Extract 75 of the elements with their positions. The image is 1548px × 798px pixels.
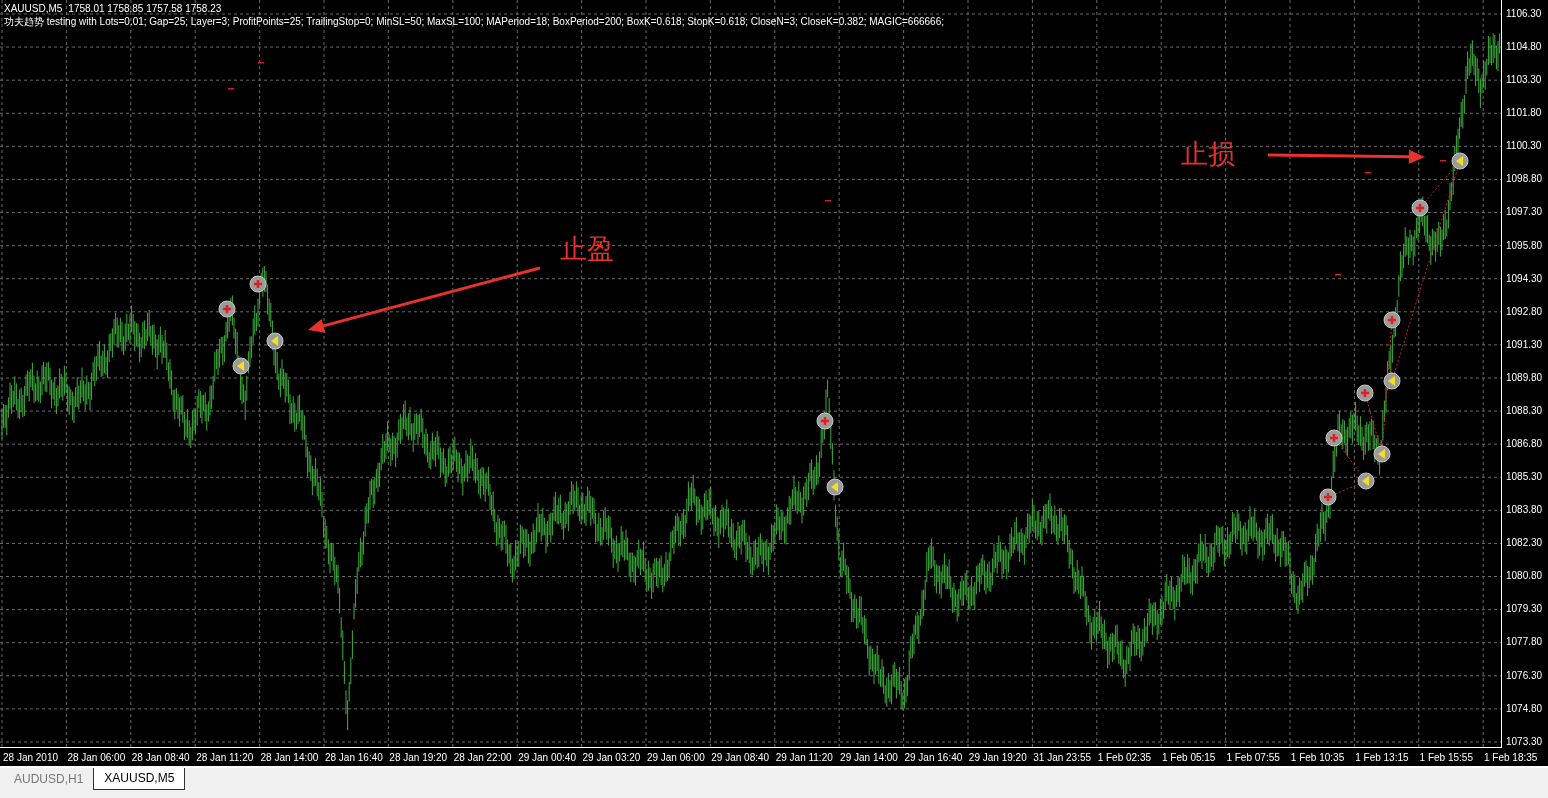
chart-tab[interactable]: XAUUSD,M5	[93, 768, 186, 790]
expert-info: 功夫趋势 testing with Lots=0.01; Gap=25; Layer=3; ProfitPoints=25; TrailingStop=0; MinSL=50; MaxSL=100; MAPeriod=18; BoxPeriod=200; BoxK=0.618; StopK=0.618; CloseN=3; CloseK=0.382; MAGIC=666666;	[4, 16, 945, 28]
annotation-label: 止盈	[560, 234, 614, 264]
time-label: 29 Jan 16:40	[903, 751, 964, 763]
price-label: 1103.30	[1505, 75, 1543, 86]
price-label: 1083.80	[1505, 505, 1544, 516]
order-level-mark	[228, 88, 234, 90]
price-label: 1086.80	[1505, 439, 1544, 449]
time-label: 29 Jan 11:20	[774, 751, 834, 763]
time-label: 28 Jan 08:40	[130, 751, 191, 763]
price-label: 1106.30	[1505, 9, 1543, 19]
time-label: 28 Jan 11:20	[195, 751, 255, 763]
chart-tab[interactable]: AUDUSD,H1	[4, 769, 94, 790]
time-label: 1 Feb 05:15	[1161, 751, 1217, 763]
close-marker-icon	[266, 332, 284, 350]
time-label: 1 Feb 13:15	[1354, 751, 1410, 763]
price-label: 1094.30	[1505, 273, 1544, 284]
close-marker-icon	[1451, 152, 1469, 170]
buy-marker-icon	[1319, 488, 1337, 506]
buy-marker-icon	[1356, 384, 1374, 402]
time-label: 1 Feb 10:35	[1289, 751, 1346, 763]
order-level-mark	[1440, 160, 1446, 162]
buy-marker-icon	[1411, 199, 1429, 217]
price-label: 1082.30	[1505, 538, 1544, 549]
time-label: 28 Jan 14:00	[259, 751, 320, 763]
time-label: 31 Jan 23:55	[1032, 751, 1093, 763]
price-label: 1104.80	[1505, 42, 1543, 53]
annotation-label: 止损	[1181, 139, 1235, 169]
price-label: 1095.80	[1505, 240, 1544, 251]
time-label: 28 Jan 06:00	[66, 751, 127, 763]
buy-marker-icon	[249, 275, 267, 293]
order-level-mark	[1365, 172, 1371, 174]
close-marker-icon	[1373, 445, 1391, 463]
time-label: 28 Jan 2010	[2, 751, 60, 763]
price-label: 1091.30	[1505, 339, 1544, 350]
price-label: 1080.80	[1505, 571, 1544, 582]
buy-marker-icon	[218, 300, 236, 318]
time-label: 28 Jan 22:00	[452, 751, 513, 763]
close-marker-icon	[232, 357, 250, 375]
close-marker-icon	[826, 478, 844, 496]
order-level-mark	[1335, 274, 1341, 276]
buy-marker-icon	[1325, 429, 1343, 447]
price-quote: 1758.01 1758.85 1757.58 1758.23	[68, 3, 222, 15]
time-label: 29 Jan 14:00	[839, 751, 899, 763]
time-label: 1 Feb 02:35	[1096, 751, 1152, 763]
price-label: 1079.30	[1505, 604, 1544, 615]
price-label: 1085.30	[1505, 472, 1544, 483]
time-label: 29 Jan 00:40	[517, 751, 577, 763]
time-label: 1 Feb 07:55	[1225, 751, 1281, 763]
time-label: 29 Jan 06:00	[645, 751, 706, 763]
symbol-label: XAUUSD,M5	[4, 3, 63, 15]
price-label: 1088.30	[1505, 405, 1544, 416]
time-label: 28 Jan 16:40	[323, 751, 384, 763]
time-label: 1 Feb 18:35	[1483, 751, 1539, 763]
time-label: 29 Jan 03:20	[581, 751, 642, 763]
price-label: 1089.80	[1505, 372, 1544, 383]
order-level-mark	[258, 62, 264, 64]
price-label: 1074.80	[1505, 703, 1544, 714]
buy-marker-icon	[1383, 311, 1401, 329]
time-label: 28 Jan 19:20	[388, 751, 449, 763]
price-label: 1092.80	[1505, 306, 1544, 317]
buy-marker-icon	[816, 412, 834, 430]
price-label: 1101.80	[1505, 108, 1543, 119]
time-label: 29 Jan 08:40	[710, 751, 771, 763]
time-label: 1 Feb 15:55	[1418, 751, 1474, 763]
price-label: 1098.80	[1505, 174, 1544, 185]
close-marker-icon	[1357, 472, 1375, 490]
time-label: 29 Jan 19:20	[967, 751, 1028, 763]
price-label: 1076.30	[1505, 670, 1544, 681]
price-label: 1077.80	[1505, 637, 1544, 648]
close-marker-icon	[1383, 372, 1401, 390]
order-level-mark	[825, 200, 831, 202]
price-label: 1097.30	[1505, 207, 1544, 218]
price-label: 1100.30	[1505, 141, 1543, 152]
price-label: 1073.30	[1505, 736, 1544, 747]
